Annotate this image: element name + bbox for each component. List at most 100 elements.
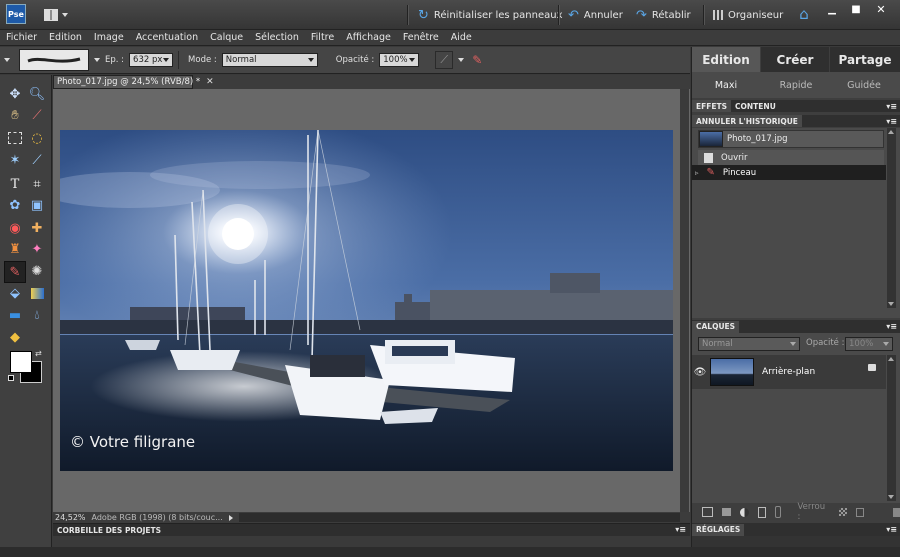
smart-brush-tool-icon[interactable]: ✺ [27, 261, 47, 281]
new-layer-icon[interactable] [702, 507, 713, 517]
menu-window[interactable]: Fenêtre [397, 32, 445, 43]
tab-adjustments[interactable]: RÉGLAGES [692, 523, 745, 536]
tab-content[interactable]: CONTENU [731, 100, 780, 112]
swap-colors-icon[interactable]: ⇄ [35, 349, 42, 358]
brush-dropdown-arrow[interactable] [94, 58, 100, 62]
magic-wand-tool-icon[interactable]: ✶ [5, 150, 25, 170]
marquee-tool-icon[interactable] [5, 128, 25, 148]
paint-bucket-tool-icon[interactable]: ⬙ [5, 283, 25, 303]
opacity-field[interactable]: 100% [379, 53, 420, 67]
project-bin-header[interactable]: CORBEILLE DES PROJETS ▾≡ [53, 523, 690, 536]
panel-menu-icon[interactable]: ▾≡ [886, 117, 897, 126]
adjustments-panel-header[interactable]: RÉGLAGES ▾≡ [692, 523, 900, 536]
menu-file[interactable]: Fichier [0, 32, 43, 43]
gradient-tool-icon[interactable] [27, 283, 47, 303]
panel-menu-icon[interactable]: ▾≡ [886, 322, 897, 331]
panel-menu-icon[interactable]: ▾≡ [675, 525, 686, 534]
eyedropper-tool-icon[interactable]: ⟋ [27, 105, 47, 125]
organizer-button[interactable]: Organiseur [713, 0, 783, 30]
history-step-open[interactable]: Ouvrir [698, 150, 884, 165]
menu-layer[interactable]: Calque [204, 32, 249, 43]
shape-tool-icon[interactable]: ▬ [5, 305, 25, 325]
menu-view[interactable]: Affichage [340, 32, 397, 43]
blur-tool-icon[interactable]: 💧︎ [27, 305, 47, 325]
sponge-tool-icon[interactable]: ◆ [5, 327, 25, 347]
adjustment-layer-icon[interactable] [739, 507, 749, 517]
airbrush-dropdown-arrow[interactable] [458, 58, 465, 62]
subtab-quick[interactable]: Rapide [764, 73, 828, 97]
panel-menu-icon[interactable]: ▾≡ [886, 102, 897, 111]
airbrush-toggle[interactable]: ⟋ [435, 51, 454, 69]
layers-scrollbar[interactable] [887, 355, 896, 501]
close-window-button[interactable]: ✕ [874, 3, 888, 17]
tab-effects[interactable]: EFFETS [692, 100, 732, 112]
tab-share[interactable]: Partage [830, 47, 900, 72]
document-tab[interactable]: Photo_017.jpg @ 24,5% (RVB/8) * ✕ [53, 75, 214, 89]
mode-select[interactable]: Normal [221, 53, 318, 67]
maximize-button[interactable]: ■ [849, 3, 863, 17]
recompose-tool-icon[interactable]: ▣ [27, 195, 47, 215]
link-icon[interactable] [774, 506, 781, 518]
spot-healing-tool-icon[interactable]: ✚ [27, 218, 47, 238]
tool-preset-picker[interactable] [4, 58, 14, 62]
zoom-level[interactable]: 24,52% [53, 513, 86, 522]
canvas-area[interactable]: © Votre filigrane [53, 89, 690, 512]
menu-image[interactable]: Image [88, 32, 130, 43]
brush-preview[interactable] [19, 49, 89, 71]
menu-edit[interactable]: Edition [43, 32, 88, 43]
trash-icon[interactable] [893, 507, 900, 517]
close-tab-icon[interactable]: ✕ [206, 77, 214, 87]
photo-canvas[interactable]: © Votre filigrane [60, 130, 673, 471]
tab-layers[interactable]: CALQUES [692, 320, 740, 333]
color-profile-info: Adobe RGB (1998) (8 bits/couc... [91, 513, 223, 522]
move-tool-icon[interactable]: ✥ [5, 84, 25, 104]
menu-enhance[interactable]: Accentuation [130, 32, 204, 43]
redo-button[interactable]: ↷ Rétablir [636, 0, 691, 30]
size-field[interactable]: 632 px [129, 53, 174, 67]
tab-edit[interactable]: Edition [692, 47, 760, 72]
history-step-brush[interactable]: ▹ ✎ Pinceau [692, 165, 886, 180]
eye-icon[interactable]: 👁︎ [692, 367, 708, 378]
quick-selection-tool-icon[interactable]: ⟋ [27, 150, 47, 170]
lock-transparency-icon[interactable] [839, 508, 848, 516]
history-snapshot[interactable]: Photo_017.jpg [698, 130, 884, 148]
workspace-menu-button[interactable] [44, 6, 74, 23]
subtab-guided[interactable]: Guidée [832, 73, 896, 97]
tab-undo-history[interactable]: ANNULER L'HISTORIQUE [692, 115, 802, 127]
menu-filter[interactable]: Filtre [305, 32, 340, 43]
red-eye-tool-icon[interactable]: ◉ [5, 218, 25, 238]
subtab-full[interactable]: Maxi [696, 73, 756, 97]
home-button[interactable]: ⌂ [795, 5, 813, 23]
hand-tool-icon[interactable]: ✋︎ [5, 105, 25, 125]
history-scrollbar[interactable] [887, 128, 896, 308]
lasso-tool-icon[interactable]: ◌ [27, 128, 47, 148]
menu-help[interactable]: Aide [445, 32, 478, 43]
cookie-cutter-tool-icon[interactable]: ✿ [5, 195, 25, 215]
default-colors-icon[interactable] [8, 375, 14, 381]
layer-row[interactable]: 👁︎ Arrière-plan [692, 355, 886, 389]
opacity-value: 100% [383, 55, 408, 65]
mask-icon[interactable] [757, 506, 766, 518]
layer-opacity-field[interactable]: 100% [845, 337, 893, 351]
panel-menu-icon[interactable]: ▾≡ [886, 525, 897, 534]
subtab-quick-label: Rapide [779, 79, 813, 91]
brush-settings-icon[interactable]: ✎ [469, 52, 485, 68]
undo-button[interactable]: ↶ Annuler [568, 0, 623, 30]
menu-select[interactable]: Sélection [249, 32, 305, 43]
brush-tool-icon[interactable]: ✎ [4, 261, 26, 283]
new-group-icon[interactable] [721, 508, 731, 516]
crop-tool-icon[interactable]: ⌗ [27, 174, 47, 194]
eraser-tool-icon[interactable]: ✦ [27, 239, 47, 259]
blend-mode-select[interactable]: Normal [698, 337, 800, 351]
foreground-color-swatch[interactable] [10, 351, 32, 373]
horizontal-scrollbar[interactable] [238, 513, 680, 522]
minimize-button[interactable]: ▁ [825, 3, 839, 17]
clone-stamp-tool-icon[interactable]: ♜ [5, 239, 25, 259]
reset-panels-button[interactable]: ↻ Réinitialiser les panneaux [418, 0, 563, 30]
lock-all-icon[interactable] [856, 507, 865, 517]
canvas-vertical-scrollbar[interactable] [680, 89, 689, 512]
type-tool-icon[interactable]: T [5, 174, 25, 194]
status-menu-arrow[interactable] [228, 514, 233, 521]
tab-create[interactable]: Créer [761, 47, 829, 72]
zoom-tool-icon[interactable]: 🔍︎ [27, 84, 47, 104]
